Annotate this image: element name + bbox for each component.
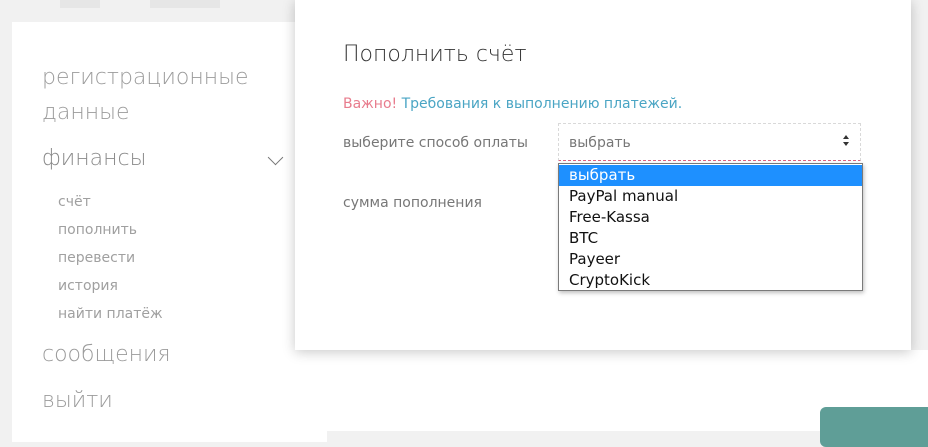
important-label: Важно!	[343, 96, 398, 112]
option-choose[interactable]: выбрать	[559, 165, 862, 186]
important-notice: Важно! Требования к выполнению платежей.	[343, 94, 682, 114]
sidebar-subitem-topup[interactable]: пополнить	[58, 220, 137, 240]
option-cryptokick[interactable]: CryptoKick	[559, 270, 862, 291]
sidebar: регистрационные данные финансы счёт попо…	[12, 22, 327, 442]
sidebar-subitem-account[interactable]: счёт	[58, 192, 91, 212]
requirements-link[interactable]: Требования к выполнению платежей.	[402, 96, 683, 112]
payment-method-dropdown[interactable]: выбрать PayPal manual Free-Kassa BTC Pay…	[558, 163, 863, 291]
select-arrows-icon	[843, 134, 851, 148]
option-btc[interactable]: BTC	[559, 228, 862, 249]
option-paypal-manual[interactable]: PayPal manual	[559, 186, 862, 207]
top-edge-fragment	[60, 0, 100, 8]
page-title: Пополнить счёт	[343, 42, 527, 67]
corner-button[interactable]	[820, 407, 928, 447]
sidebar-item-registration-line2[interactable]: данные	[42, 95, 130, 131]
sidebar-item-registration[interactable]: регистрационные	[42, 60, 248, 96]
payment-method-select[interactable]: выбрать	[558, 123, 861, 161]
sidebar-subitem-history[interactable]: история	[58, 276, 118, 296]
sidebar-item-messages[interactable]: сообщения	[42, 337, 171, 373]
option-free-kassa[interactable]: Free-Kassa	[559, 207, 862, 228]
option-payeer[interactable]: Payeer	[559, 249, 862, 270]
amount-label: сумма пополнения	[343, 195, 482, 211]
payment-method-label: выберите способ оплаты	[343, 135, 528, 151]
sidebar-subitem-find-payment[interactable]: найти платёж	[58, 304, 163, 324]
select-current-value: выбрать	[569, 135, 631, 151]
top-edge-fragment	[150, 0, 220, 8]
sidebar-item-logout[interactable]: выйти	[42, 383, 113, 419]
sidebar-item-finance[interactable]: финансы	[42, 141, 146, 177]
chevron-down-icon[interactable]	[267, 149, 284, 166]
sidebar-subitem-transfer[interactable]: перевести	[58, 248, 135, 268]
